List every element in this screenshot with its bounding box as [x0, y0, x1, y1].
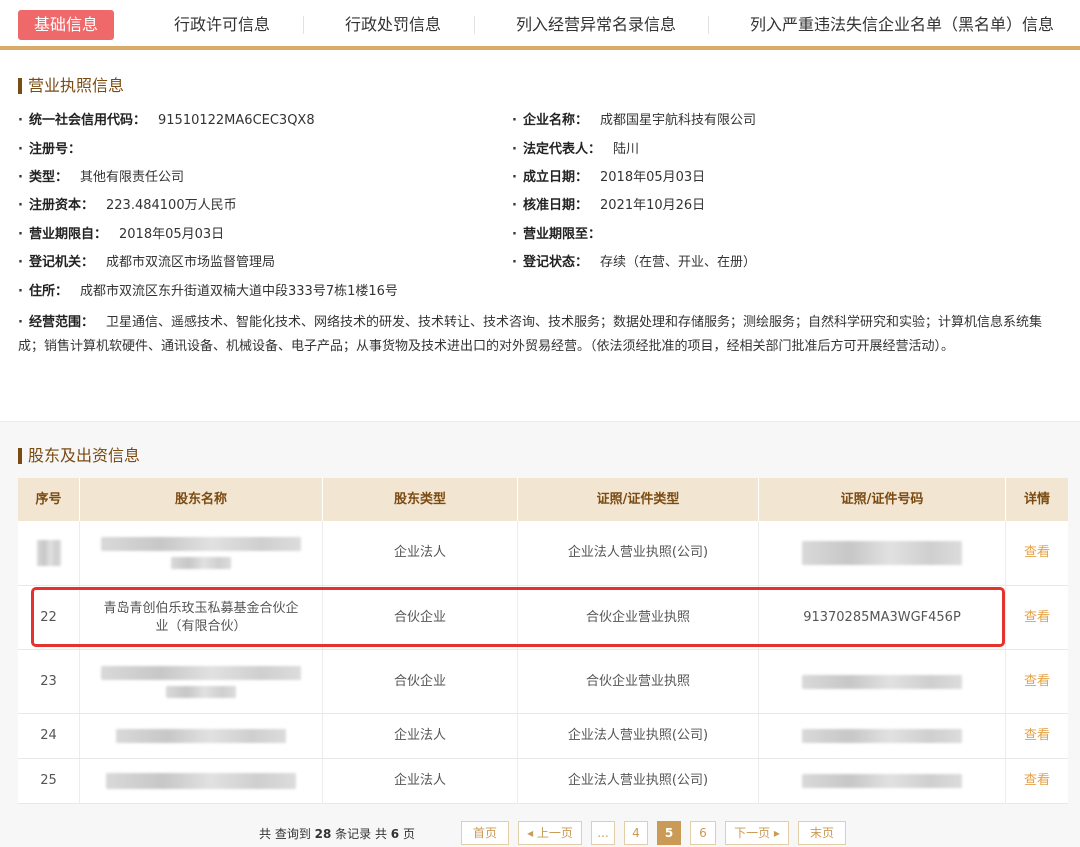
authority-field: · 登记机关： 成都市双流区市场监督管理局	[18, 255, 276, 270]
row-no	[18, 521, 80, 585]
col-header-cert-type: 证照/证件类型	[518, 478, 759, 521]
tab-divider	[708, 16, 709, 34]
tab-admin-license[interactable]: 行政许可信息	[174, 10, 270, 40]
prev-page-button[interactable]: ◂ 上一页	[518, 821, 582, 845]
table-row: 22 青岛青创伯乐玫玉私募基金合伙企业（有限合伙） 合伙企业 合伙企业营业执照 …	[18, 586, 1068, 650]
type-field: · 类型： 其他有限责任公司	[18, 170, 185, 185]
tab-blacklist[interactable]: 列入严重违法失信企业名单（黑名单）信息	[750, 10, 1054, 40]
tab-basic-info[interactable]: 基础信息	[18, 10, 115, 40]
tab-admin-penalty[interactable]: 行政处罚信息	[345, 10, 441, 40]
row-detail: 查看	[1006, 714, 1068, 758]
pagination-info: 共 查询到 28 条记录 共 6 页	[259, 827, 415, 841]
redacted-block	[802, 729, 962, 743]
legal-rep-field: · 法定代表人： 陆川	[512, 142, 640, 157]
table-header: 序号 股东名称 股东类型 证照/证件类型 证照/证件号码 详情	[18, 478, 1068, 521]
last-page-button[interactable]: 末页	[798, 821, 846, 845]
tab-bar: 基础信息 行政许可信息 行政处罚信息 列入经营异常名录信息 列入严重违法失信企业…	[0, 0, 1080, 50]
license-section-title: 营业执照信息	[18, 76, 124, 96]
business-scope-field: · 经营范围： 卫星通信、遥感技术、智能化技术、网络技术的研发、技术转让、技术咨询、…	[18, 315, 1043, 354]
col-header-cert-no: 证照/证件号码	[759, 478, 1006, 521]
tab-abnormal-list[interactable]: 列入经营异常名录信息	[516, 10, 676, 40]
view-detail-link[interactable]: 查看	[1024, 673, 1050, 691]
row-cert-no	[759, 759, 1006, 803]
redacted-block	[171, 557, 231, 569]
table-row: 企业法人 企业法人营业执照(公司) 查看	[18, 521, 1068, 586]
page-5-button[interactable]: 5	[657, 821, 681, 845]
row-cert-type: 企业法人营业执照(公司)	[518, 714, 759, 758]
page-ellipsis: ...	[591, 821, 615, 845]
shareholder-section-title: 股东及出资信息	[18, 446, 140, 466]
redacted-block	[116, 729, 286, 743]
row-cert-type: 合伙企业营业执照	[518, 586, 759, 649]
company-name-field: · 企业名称： 成都国星宇航科技有限公司	[512, 113, 757, 128]
row-type: 企业法人	[323, 759, 518, 803]
col-header-no: 序号	[18, 478, 80, 521]
row-no: 25	[18, 759, 80, 803]
term-from-field: · 营业期限自： 2018年05月03日	[18, 227, 225, 242]
next-page-button[interactable]: 下一页 ▸	[725, 821, 789, 845]
table-row: 25 企业法人 企业法人营业执照(公司) 查看	[18, 759, 1068, 804]
tab-divider	[474, 16, 475, 34]
address-field: · 住所： 成都市双流区东升街道双楠大道中段333号7栋1楼16号	[18, 284, 398, 299]
redacted-block	[166, 685, 236, 698]
view-detail-link[interactable]: 查看	[1024, 544, 1050, 562]
row-cert-no	[759, 650, 1006, 713]
page-4-button[interactable]: 4	[624, 821, 648, 845]
tab-divider	[303, 16, 304, 34]
founded-field: · 成立日期： 2018年05月03日	[512, 170, 706, 185]
capital-field: · 注册资本： 223.484100万人民币	[18, 198, 237, 213]
page-6-button[interactable]: 6	[690, 821, 716, 845]
row-detail: 查看	[1006, 521, 1068, 585]
row-type: 企业法人	[323, 521, 518, 585]
row-cert-no	[759, 521, 1006, 585]
row-cert-type: 企业法人营业执照(公司)	[518, 521, 759, 585]
term-to-field: · 营业期限至：	[512, 227, 602, 242]
row-no: 24	[18, 714, 80, 758]
license-section: 营业执照信息 · 统一社会信用代码： 91510122MA6CEC3QX8 · 企业名…	[0, 54, 1080, 422]
row-type: 合伙企业	[323, 586, 518, 649]
status-field: · 登记状态： 存续（在营、开业、在册）	[512, 255, 757, 270]
table-row: 23 合伙企业 合伙企业营业执照 查看	[18, 650, 1068, 714]
row-detail: 查看	[1006, 586, 1068, 649]
view-detail-link[interactable]: 查看	[1024, 727, 1050, 745]
row-type: 企业法人	[323, 714, 518, 758]
row-no: 23	[18, 650, 80, 713]
row-type: 合伙企业	[323, 650, 518, 713]
redacted-block	[802, 774, 962, 788]
row-cert-type: 企业法人营业执照(公司)	[518, 759, 759, 803]
redacted-block	[802, 674, 962, 689]
row-name	[80, 714, 323, 758]
redacted-block	[106, 773, 296, 789]
row-name	[80, 759, 323, 803]
first-page-button[interactable]: 首页	[461, 821, 509, 845]
row-name	[80, 521, 323, 585]
row-cert-no	[759, 714, 1006, 758]
reg-no-field: · 注册号：	[18, 142, 82, 157]
view-detail-link[interactable]: 查看	[1024, 772, 1050, 790]
approved-field: · 核准日期： 2021年10月26日	[512, 198, 706, 213]
redacted-block	[36, 540, 61, 566]
row-no: 22	[18, 586, 80, 649]
row-name	[80, 650, 323, 713]
view-detail-link[interactable]: 查看	[1024, 609, 1050, 627]
row-cert-type: 合伙企业营业执照	[518, 650, 759, 713]
table-row: 24 企业法人 企业法人营业执照(公司) 查看	[18, 714, 1068, 759]
row-detail: 查看	[1006, 759, 1068, 803]
row-name: 青岛青创伯乐玫玉私募基金合伙企业（有限合伙）	[80, 586, 323, 649]
row-cert-no: 91370285MA3WGF456P	[759, 586, 1006, 649]
col-header-name: 股东名称	[80, 478, 323, 521]
redacted-block	[101, 537, 301, 551]
redacted-block	[802, 541, 962, 565]
col-header-type: 股东类型	[323, 478, 518, 521]
credit-code-field: · 统一社会信用代码： 91510122MA6CEC3QX8	[18, 113, 315, 128]
redacted-block	[101, 665, 301, 680]
col-header-detail: 详情	[1023, 492, 1050, 507]
row-detail: 查看	[1006, 650, 1068, 713]
